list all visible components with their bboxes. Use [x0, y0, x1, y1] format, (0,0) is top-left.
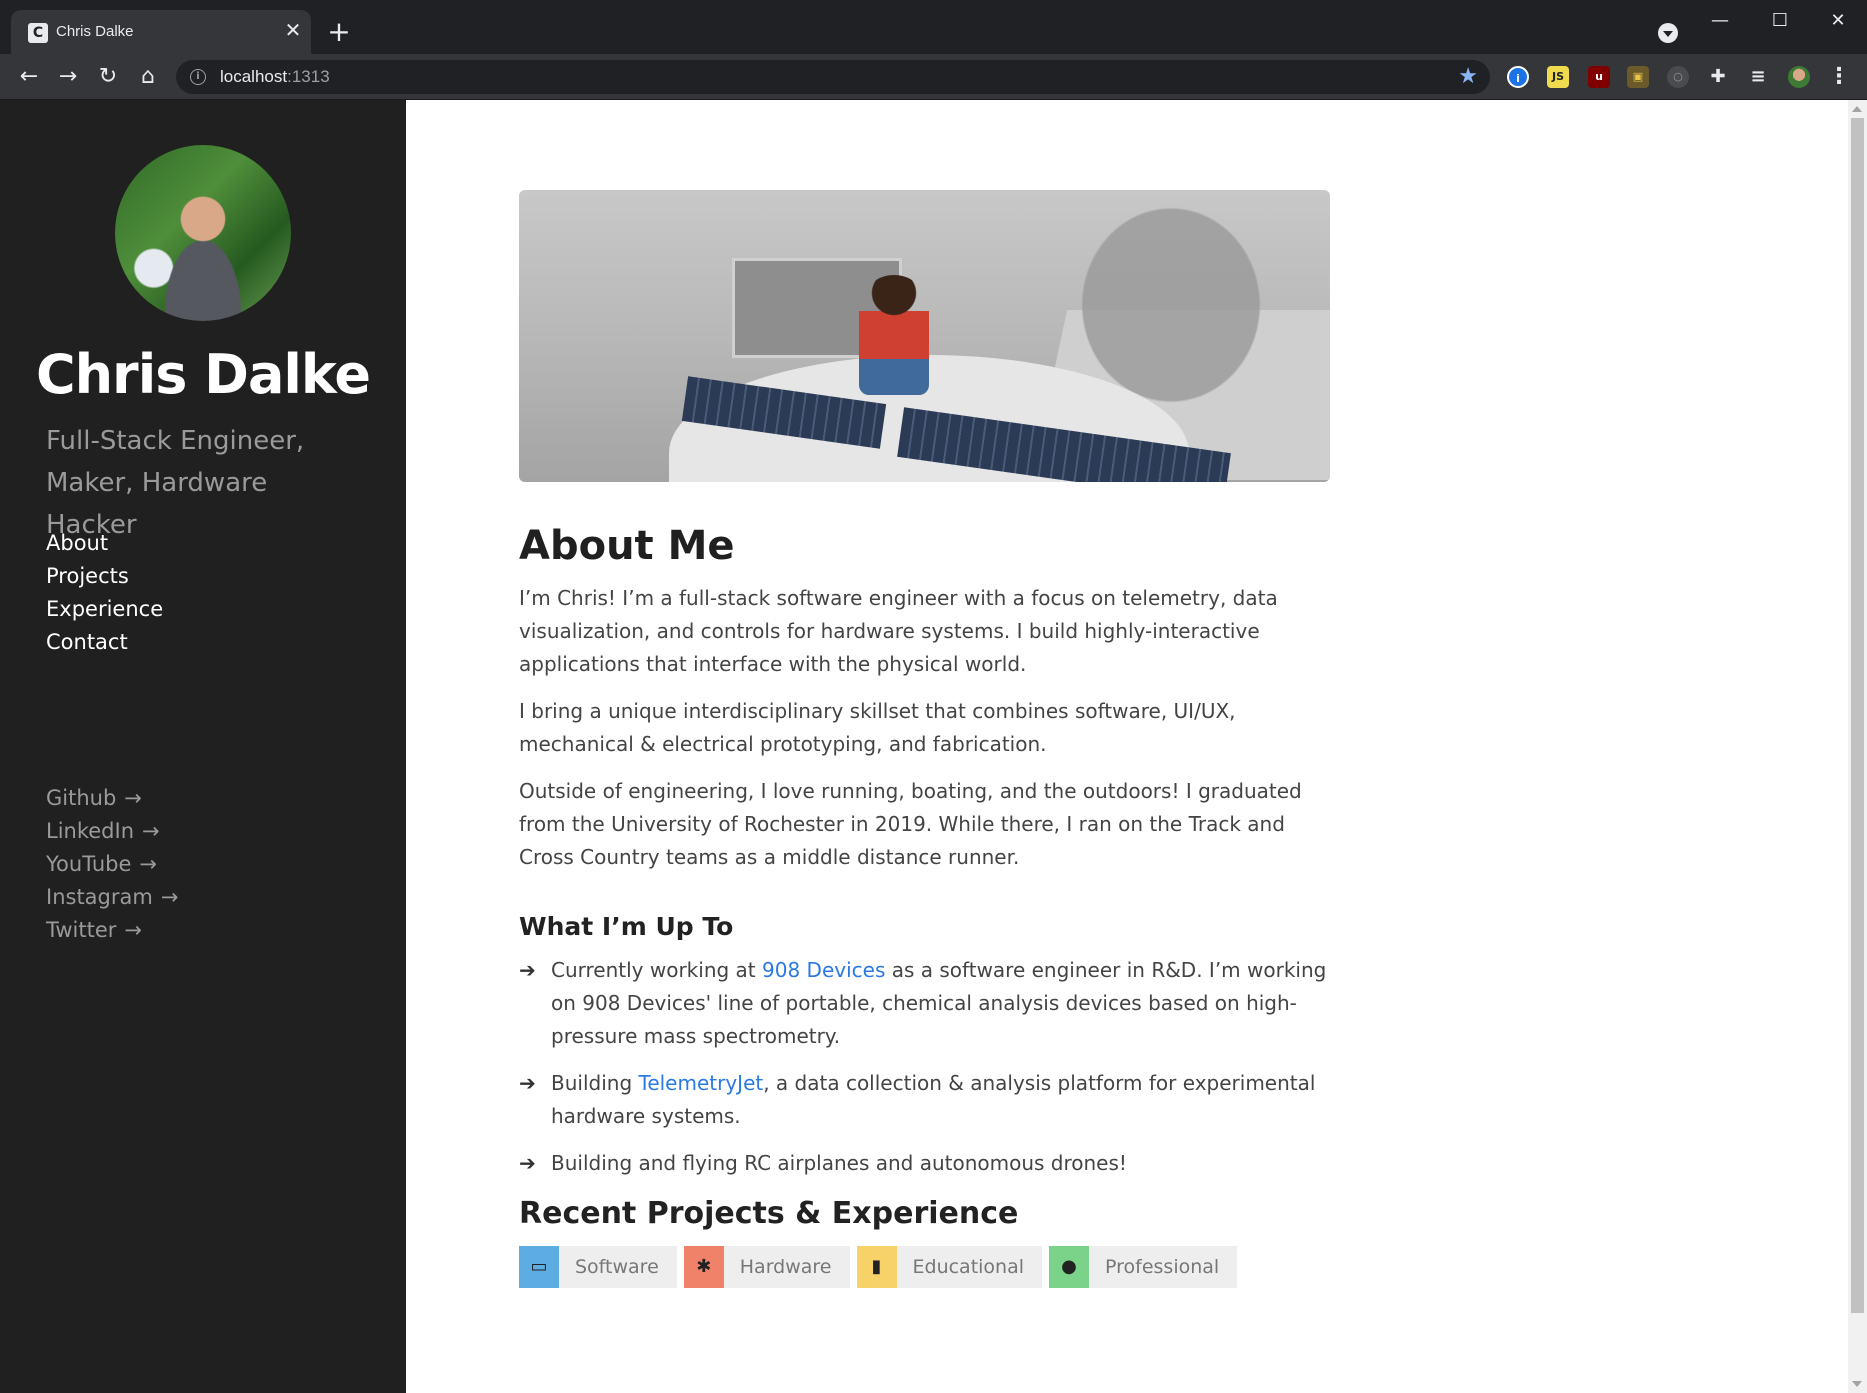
nav-item-projects[interactable]: Projects	[46, 560, 163, 593]
tag-label: Hardware	[739, 1256, 832, 1278]
social-link-label: Github	[46, 786, 117, 810]
ublock-icon[interactable]: u	[1588, 66, 1610, 88]
maximize-button[interactable]: ☐	[1760, 6, 1800, 36]
url-text: localhost:1313	[220, 67, 330, 87]
site-favicon-icon: C	[28, 23, 48, 43]
minimize-button[interactable]: —	[1700, 6, 1740, 36]
main-content: About Me I’m Chris! I’m a full-stack sof…	[519, 190, 1330, 1288]
tag-professional[interactable]: ● Professional	[1049, 1246, 1238, 1288]
tag-educational[interactable]: ▮ Educational	[856, 1246, 1043, 1288]
nav-item-contact[interactable]: Contact	[46, 626, 163, 659]
list-item-text: Currently working at	[551, 958, 763, 982]
media-list-icon[interactable]: ≡	[1747, 66, 1769, 88]
address-bar[interactable]: i localhost:1313 ★	[176, 60, 1490, 94]
arrow-right-icon: →	[124, 918, 142, 942]
arrow-bullet-icon: ➔	[519, 1071, 536, 1095]
tag-hardware[interactable]: ✱ Hardware	[683, 1246, 850, 1288]
satellite-icon: ✱	[683, 1246, 724, 1288]
nav-item-about[interactable]: About	[46, 527, 163, 560]
site-name: Chris Dalke	[35, 343, 371, 406]
recent-projects-heading: Recent Projects & Experience	[519, 1196, 1019, 1231]
avatar	[115, 145, 291, 321]
about-paragraph: I’m Chris! I’m a full-stack software eng…	[519, 586, 1278, 676]
home-button[interactable]: ⌂	[131, 60, 165, 94]
1password-icon[interactable]: i	[1507, 66, 1529, 88]
social-link-label: Instagram	[46, 885, 153, 909]
sidebar: Chris Dalke Full-Stack Engineer, Maker, …	[0, 100, 406, 1393]
url-host: localhost	[220, 67, 288, 86]
up-to-heading: What I’m Up To	[519, 912, 734, 941]
list-item: ➔ Building TelemetryJet, a data collectio…	[519, 1067, 1330, 1133]
profile-avatar-icon[interactable]	[1788, 66, 1810, 88]
search-extension-icon[interactable]: ○	[1667, 66, 1689, 88]
back-button[interactable]: ←	[12, 60, 46, 94]
page-scrollbar[interactable]	[1848, 100, 1867, 1393]
arrow-right-icon: →	[142, 819, 160, 843]
list-item-text: Building	[551, 1071, 639, 1095]
about-heading: About Me	[519, 523, 735, 569]
tag-software[interactable]: ▭ Software	[519, 1246, 677, 1288]
social-link-linkedin[interactable]: LinkedIn →	[46, 815, 178, 848]
window-close-button[interactable]: ✕	[1818, 6, 1858, 36]
book-icon: ▮	[856, 1246, 897, 1288]
tab-title: Chris Dalke	[56, 23, 134, 40]
social-links: Github → LinkedIn → YouTube → Instagram → Tw…	[46, 782, 178, 947]
tab-search-icon[interactable]	[1658, 23, 1678, 43]
list-item: ➔ Building and flying RC airplanes and au…	[519, 1147, 1330, 1180]
tab-close-icon[interactable]: ✕	[281, 18, 305, 42]
nav-item-experience[interactable]: Experience	[46, 593, 163, 626]
scroll-up-arrow-icon[interactable]	[1852, 106, 1862, 112]
about-paragraph: Outside of engineering, I love running, …	[519, 779, 1302, 869]
social-link-github[interactable]: Github →	[46, 782, 178, 815]
bookmark-star-icon[interactable]: ★	[1458, 63, 1478, 91]
tag-label: Software	[575, 1256, 659, 1278]
tag-label: Educational	[912, 1256, 1025, 1278]
browser-tab-strip: C Chris Dalke ✕ + — ☐ ✕	[0, 0, 1867, 54]
new-tab-button[interactable]: +	[324, 17, 354, 47]
list-item: ➔ Currently working at 908 Devices as a s…	[519, 954, 1330, 1053]
house-extension-icon[interactable]: ▣	[1627, 66, 1649, 88]
url-port: :1313	[287, 67, 330, 86]
arrow-bullet-icon: ➔	[519, 958, 536, 982]
browser-tab[interactable]: C Chris Dalke ✕	[11, 10, 311, 54]
user-tie-icon: ●	[1049, 1246, 1090, 1288]
about-paragraph: I bring a unique interdisciplinary skill…	[519, 699, 1236, 756]
hero-image	[519, 190, 1330, 482]
hero-driver-figure	[859, 275, 929, 395]
arrow-right-icon: →	[139, 852, 158, 876]
social-link-twitter[interactable]: Twitter →	[46, 914, 178, 947]
social-link-label: LinkedIn	[46, 819, 135, 843]
browser-toolbar: ← → ↻ ⌂ i localhost:1313 ★ i JS u ▣ ○ ✚ …	[0, 54, 1867, 100]
link-908-devices[interactable]: 908 Devices	[762, 958, 885, 982]
up-to-list: ➔ Currently working at 908 Devices as a s…	[519, 954, 1330, 1180]
js-extension-icon[interactable]: JS	[1547, 66, 1569, 88]
arrow-right-icon: →	[160, 885, 179, 909]
link-telemetryjet[interactable]: TelemetryJet	[639, 1071, 764, 1095]
forward-button[interactable]: →	[51, 60, 85, 94]
category-filter-tags: ▭ Software ✱ Hardware ▮ Educational ● Pr…	[519, 1246, 1330, 1288]
social-link-youtube[interactable]: YouTube →	[46, 848, 178, 881]
social-link-label: Twitter	[46, 918, 117, 942]
main-nav: About Projects Experience Contact	[46, 527, 163, 659]
arrow-bullet-icon: ➔	[519, 1151, 536, 1175]
arrow-right-icon: →	[124, 786, 142, 810]
laptop-icon: ▭	[519, 1246, 559, 1288]
tag-label: Professional	[1105, 1256, 1220, 1278]
site-info-icon[interactable]: i	[190, 69, 206, 85]
scroll-down-arrow-icon[interactable]	[1852, 1381, 1862, 1387]
list-item-text: Building and flying RC airplanes and aut…	[551, 1151, 1127, 1175]
social-link-instagram[interactable]: Instagram →	[46, 881, 178, 914]
extensions-puzzle-icon[interactable]: ✚	[1707, 66, 1729, 88]
browser-menu-icon[interactable]: ⋮	[1828, 62, 1850, 92]
reload-button[interactable]: ↻	[91, 60, 125, 94]
social-link-label: YouTube	[46, 852, 132, 876]
scrollbar-thumb[interactable]	[1851, 118, 1864, 1313]
